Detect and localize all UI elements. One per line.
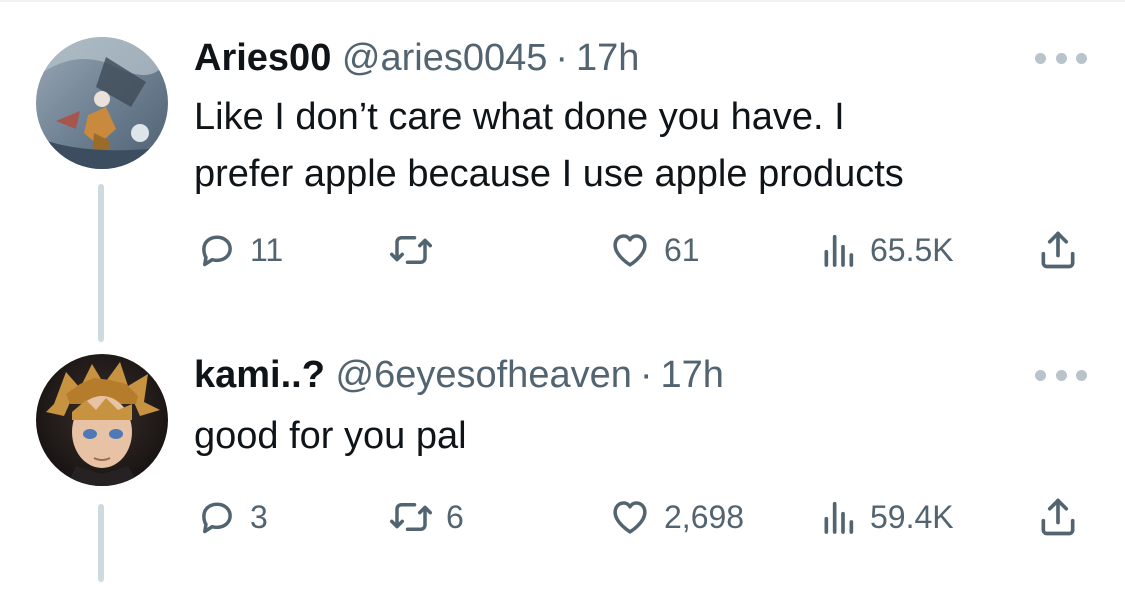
reply-button[interactable]: 11	[196, 224, 283, 276]
reply-count: 3	[250, 498, 268, 535]
tweet-text-line: Like I don’t care what done you have. I	[194, 96, 845, 138]
reply-count: 11	[250, 231, 284, 268]
tweet-header: kami..? @6eyesofheaven · 17h	[194, 353, 724, 397]
separator: ·	[555, 37, 569, 79]
timestamp[interactable]: 17h	[661, 354, 724, 396]
retweet-button[interactable]: 6	[388, 491, 464, 543]
reply-icon	[202, 235, 232, 267]
avatar[interactable]	[36, 37, 168, 169]
share-icon	[1041, 498, 1075, 536]
display-name[interactable]: Aries00	[194, 37, 331, 79]
share-button[interactable]	[1036, 491, 1080, 543]
share-button[interactable]	[1036, 224, 1080, 276]
views-count: 65.5K	[870, 231, 954, 268]
retweet-count: 6	[446, 498, 464, 535]
display-name[interactable]: kami..?	[194, 354, 325, 396]
reply-button[interactable]: 3	[196, 491, 268, 543]
timestamp[interactable]: 17h	[576, 37, 639, 79]
retweet-icon	[390, 503, 432, 531]
more-icon[interactable]	[1035, 48, 1087, 68]
avatar[interactable]	[36, 354, 168, 486]
action-bar: 11 61 65.5K	[0, 224, 1125, 276]
views-count: 59.4K	[870, 498, 954, 535]
action-bar: 3 6 2,698 59.4K	[0, 491, 1125, 543]
share-icon	[1041, 231, 1075, 269]
heart-icon	[613, 234, 647, 267]
reply-icon	[202, 502, 232, 534]
views-button[interactable]: 59.4K	[818, 491, 954, 543]
views-icon	[824, 501, 854, 534]
views-button[interactable]: 65.5K	[818, 224, 954, 276]
tweet-text: good for you pal	[194, 408, 1094, 465]
retweet-icon	[390, 236, 432, 264]
separator: ·	[639, 354, 653, 396]
more-icon[interactable]	[1035, 365, 1087, 385]
like-button[interactable]: 2,698	[608, 491, 744, 543]
tweet[interactable]: Aries00 @aries0045 · 17h Like I don’t care…	[0, 0, 1125, 342]
handle[interactable]: @6eyesofheaven	[336, 354, 632, 396]
heart-icon	[613, 501, 647, 534]
like-button[interactable]: 61	[608, 224, 700, 276]
handle[interactable]: @aries0045	[342, 37, 547, 79]
tweet-text: Like I don’t care what done you have. I …	[194, 89, 1094, 203]
like-count: 2,698	[664, 498, 745, 535]
tweet-text-line: prefer apple because I use apple product…	[194, 153, 904, 195]
tweet-header: Aries00 @aries0045 · 17h	[194, 36, 639, 80]
tweet[interactable]: kami..? @6eyesofheaven · 17h good for you …	[0, 320, 1125, 589]
like-count: 61	[664, 231, 700, 268]
views-icon	[824, 234, 854, 267]
tweet-text-line: good for you pal	[194, 415, 467, 457]
retweet-button[interactable]	[388, 224, 446, 276]
